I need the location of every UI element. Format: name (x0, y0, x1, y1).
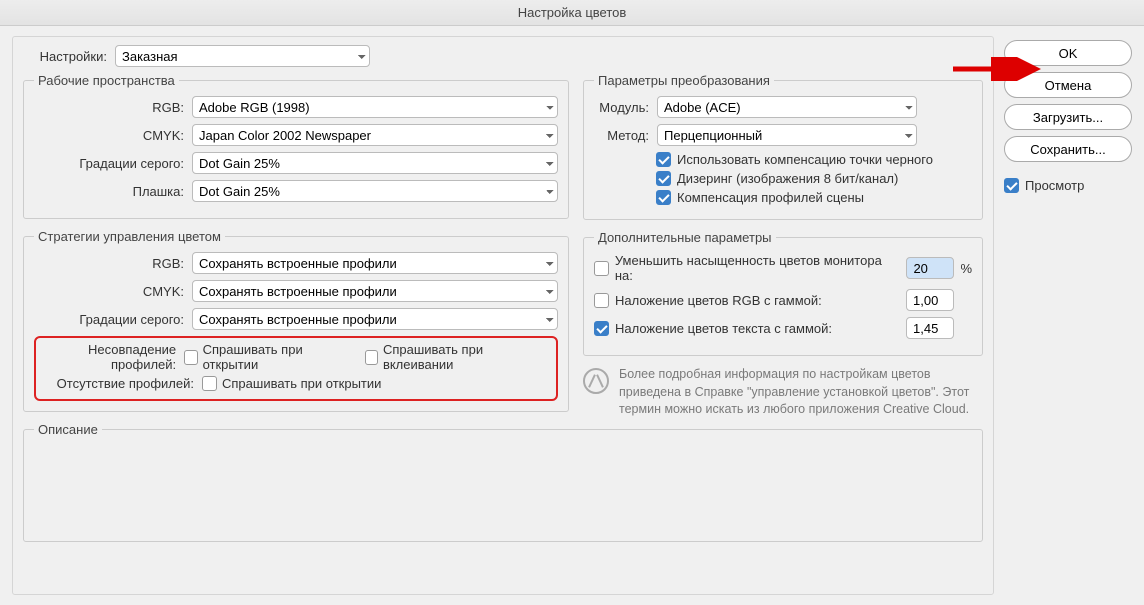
policy-rgb-select[interactable]: Сохранять встроенные профили (192, 252, 558, 274)
load-button[interactable]: Загрузить... (1004, 104, 1132, 130)
rgb-workspace-select[interactable]: Adobe RGB (1998) (192, 96, 558, 118)
blend-rgb-input[interactable] (906, 289, 954, 311)
missing-open-checkbox[interactable] (202, 376, 217, 391)
description-group: Описание (23, 422, 983, 542)
ok-button[interactable]: OK (1004, 40, 1132, 66)
intent-select[interactable]: Перцепционный (657, 124, 917, 146)
bpc-label: Использовать компенсацию точки черного (677, 152, 933, 167)
description-legend: Описание (34, 422, 102, 437)
main-column: Настройки: Заказная Рабочие пространства… (12, 36, 994, 595)
workspaces-legend: Рабочие пространства (34, 73, 179, 88)
blend-text-checkbox[interactable] (594, 321, 609, 336)
blend-rgb-label: Наложение цветов RGB с гаммой: (615, 293, 822, 308)
info-text: Более подробная информация по настройкам… (619, 366, 983, 419)
cmyk-label: CMYK: (34, 128, 184, 143)
policy-cmyk-select[interactable]: Сохранять встроенные профили (192, 280, 558, 302)
blend-rgb-checkbox[interactable] (594, 293, 609, 308)
policy-cmyk-label: CMYK: (34, 284, 184, 299)
settings-label: Настройки: (23, 49, 107, 64)
engine-select[interactable]: Adobe (ACE) (657, 96, 917, 118)
mismatch-label: Несовпадение профилей: (42, 342, 176, 372)
engine-label: Модуль: (594, 100, 649, 115)
advanced-group: Дополнительные параметры Уменьшить насыщ… (583, 230, 983, 356)
desaturate-unit: % (960, 261, 972, 276)
mismatch-paste-checkbox[interactable] (365, 350, 378, 365)
policy-gray-select[interactable]: Сохранять встроенные профили (192, 308, 558, 330)
desaturate-input[interactable] (906, 257, 954, 279)
info-icon (583, 368, 609, 394)
policies-legend: Стратегии управления цветом (34, 229, 225, 244)
missing-open-text: Спрашивать при открытии (222, 376, 381, 391)
side-column: OK Отмена Загрузить... Сохранить... Прос… (1004, 36, 1132, 595)
gray-workspace-select[interactable]: Dot Gain 25% (192, 152, 558, 174)
cancel-button[interactable]: Отмена (1004, 72, 1132, 98)
desaturate-checkbox[interactable] (594, 261, 609, 276)
intent-label: Метод: (594, 128, 649, 143)
info-row: Более подробная информация по настройкам… (583, 366, 983, 419)
bpc-checkbox[interactable] (656, 152, 671, 167)
conversion-group: Параметры преобразования Модуль: Adobe (… (583, 73, 983, 220)
save-button[interactable]: Сохранить... (1004, 136, 1132, 162)
blend-text-input[interactable] (906, 317, 954, 339)
preview-checkbox[interactable] (1004, 178, 1019, 193)
spot-workspace-select[interactable]: Dot Gain 25% (192, 180, 558, 202)
desaturate-label: Уменьшить насыщенность цветов монитора н… (615, 253, 901, 283)
dither-checkbox[interactable] (656, 171, 671, 186)
scene-label: Компенсация профилей сцены (677, 190, 864, 205)
policy-gray-label: Градации серого: (34, 312, 184, 327)
spot-label: Плашка: (34, 184, 184, 199)
rgb-label: RGB: (34, 100, 184, 115)
policy-rgb-label: RGB: (34, 256, 184, 271)
mismatch-open-checkbox[interactable] (184, 350, 197, 365)
advanced-legend: Дополнительные параметры (594, 230, 776, 245)
scene-checkbox[interactable] (656, 190, 671, 205)
preview-label: Просмотр (1025, 178, 1084, 193)
cmyk-workspace-select[interactable]: Japan Color 2002 Newspaper (192, 124, 558, 146)
window-title: Настройка цветов (0, 0, 1144, 26)
blend-text-label: Наложение цветов текста с гаммой: (615, 321, 832, 336)
mismatch-open-text: Спрашивать при открытии (203, 342, 343, 372)
missing-label: Отсутствие профилей: (42, 376, 194, 391)
gray-label: Градации серого: (34, 156, 184, 171)
settings-select[interactable]: Заказная (115, 45, 370, 67)
dialog-body: Настройки: Заказная Рабочие пространства… (0, 26, 1144, 605)
workspaces-group: Рабочие пространства RGB: Adobe RGB (199… (23, 73, 569, 219)
mismatch-paste-text: Спрашивать при вклеивании (383, 342, 536, 372)
conversion-legend: Параметры преобразования (594, 73, 774, 88)
dither-label: Дизеринг (изображения 8 бит/канал) (677, 171, 898, 186)
policies-group: Стратегии управления цветом RGB: Сохраня… (23, 229, 569, 412)
profile-mismatch-highlight: Несовпадение профилей: Спрашивать при от… (34, 336, 558, 401)
